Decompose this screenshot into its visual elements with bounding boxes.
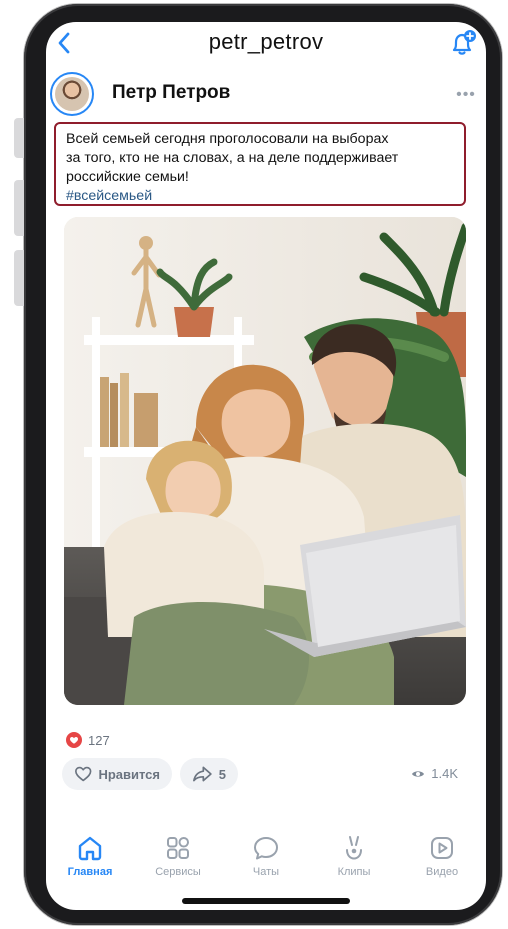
author-name[interactable]: Петр Петров [112, 82, 230, 104]
video-play-icon [431, 837, 453, 859]
post-text: Всей семьей сегодня проголосовали на выб… [54, 122, 466, 206]
heart-outline-icon [75, 766, 92, 782]
bottom-tab-bar: Главная Сервисы Чаты Клипы Видео [46, 830, 486, 890]
tab-home[interactable]: Главная [46, 830, 134, 890]
tab-label: Главная [67, 866, 113, 878]
subscribe-notifications-button[interactable] [446, 26, 480, 60]
top-bar: petr_petrov [46, 22, 486, 66]
tab-label: Чаты [252, 866, 280, 878]
like-button-label: Нравится [98, 766, 160, 782]
family-photo-image [64, 217, 466, 705]
share-button[interactable]: 5 [180, 758, 238, 790]
services-grid-icon [167, 837, 189, 859]
heart-filled-icon [66, 732, 82, 748]
views-count: 1.4K [431, 766, 458, 781]
home-indicator[interactable] [182, 898, 350, 904]
phone-side-button [14, 118, 24, 158]
phone-side-button [14, 250, 24, 306]
post-photo[interactable] [64, 217, 466, 705]
more-horizontal-icon: ••• [456, 86, 476, 103]
clips-icon [346, 836, 362, 860]
tab-chats[interactable]: Чаты [222, 830, 310, 890]
post-text-line: за того, кто не на словах, а на деле под… [66, 150, 399, 166]
views-counter: 1.4K [411, 766, 458, 781]
tab-label: Клипы [337, 866, 371, 878]
tab-video[interactable]: Видео [398, 830, 486, 890]
share-count: 5 [218, 766, 226, 782]
eye-icon [412, 770, 425, 777]
home-icon [78, 836, 102, 861]
post-actions: Нравится 5 1.4K [62, 758, 472, 790]
share-arrow-icon [193, 766, 212, 782]
tab-services[interactable]: Сервисы [134, 830, 222, 890]
phone-side-button [14, 180, 24, 236]
likes-summary[interactable]: 127 [66, 730, 110, 750]
chat-bubble-icon [254, 837, 278, 860]
tab-clips[interactable]: Клипы [310, 830, 398, 890]
hashtag-link[interactable]: #всейсемьей [66, 187, 454, 206]
post-text-line: Всей семьей сегодня проголосовали на выб… [66, 131, 389, 147]
like-button[interactable]: Нравится [62, 758, 172, 790]
tab-label: Сервисы [155, 866, 201, 878]
bell-plus-icon [452, 30, 476, 55]
avatar[interactable] [50, 72, 94, 116]
profile-username-title: petr_petrov [208, 29, 324, 54]
post-text-line: российские семьи! [66, 169, 189, 185]
post-author: Петр Петров ••• [50, 72, 480, 120]
phone-screen: petr_petrov Петр Петров ••• Всей семьей … [46, 22, 486, 910]
tab-label: Видео [425, 866, 459, 878]
likes-count: 127 [88, 732, 110, 748]
more-options-button[interactable]: ••• [454, 86, 478, 103]
